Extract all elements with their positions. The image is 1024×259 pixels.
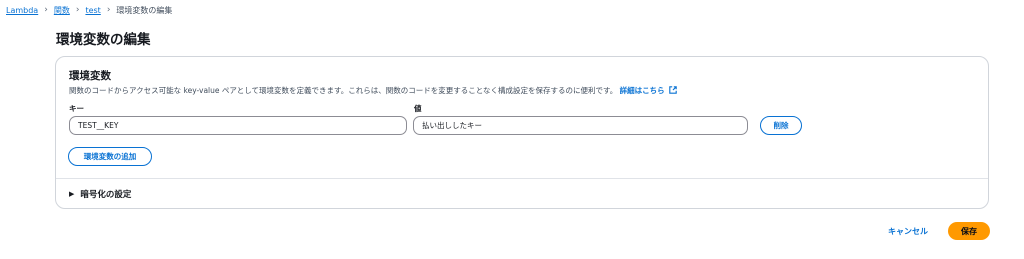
env-vars-panel: 環境変数 関数のコードからアクセス可能な key-value ペアとして環境変数…	[55, 56, 989, 209]
caret-right-icon: ▶	[69, 190, 75, 198]
env-value-input[interactable]	[413, 116, 748, 135]
panel-title: 環境変数	[69, 70, 111, 82]
breadcrumb-functions-link[interactable]: 関数	[54, 5, 70, 16]
breadcrumb: Lambda › 関数 › test › 環境変数の編集	[6, 3, 172, 17]
breadcrumb-current: 環境変数の編集	[116, 5, 173, 15]
breadcrumb-lambda-link[interactable]: Lambda	[6, 6, 38, 15]
panel-description-text: 関数のコードからアクセス可能な key-value ペアとして環境変数を定義でき…	[69, 86, 618, 95]
learn-more-label: 詳細はこちら	[619, 86, 665, 95]
save-label: 保存	[961, 226, 977, 236]
chevron-right-icon: ›	[106, 4, 111, 15]
env-key-input[interactable]	[69, 116, 407, 135]
divider	[56, 178, 988, 179]
chevron-right-icon: ›	[75, 4, 80, 15]
external-link-icon	[669, 86, 678, 94]
key-column-label: キー	[69, 104, 84, 113]
value-column-label: 値	[414, 104, 422, 113]
breadcrumb-function-link[interactable]: test	[85, 6, 100, 15]
encryption-settings-toggle[interactable]: ▶ 暗号化の設定	[69, 187, 131, 201]
encryption-settings-label: 暗号化の設定	[80, 190, 132, 200]
remove-env-var-button[interactable]: 削除	[760, 116, 802, 135]
cancel-button[interactable]: キャンセル	[888, 224, 928, 238]
learn-more-link[interactable]: 詳細はこちら	[620, 86, 678, 95]
add-env-var-button[interactable]: 環境変数の追加	[68, 147, 152, 166]
chevron-right-icon: ›	[44, 4, 48, 15]
panel-description: 関数のコードからアクセス可能な key-value ペアとして環境変数を定義でき…	[69, 85, 678, 96]
add-button-label: 環境変数の追加	[83, 152, 137, 161]
page-title: 環境変数の編集	[56, 32, 151, 48]
cancel-label: キャンセル	[888, 226, 928, 236]
save-button[interactable]: 保存	[948, 222, 990, 240]
remove-button-label: 削除	[773, 121, 789, 130]
